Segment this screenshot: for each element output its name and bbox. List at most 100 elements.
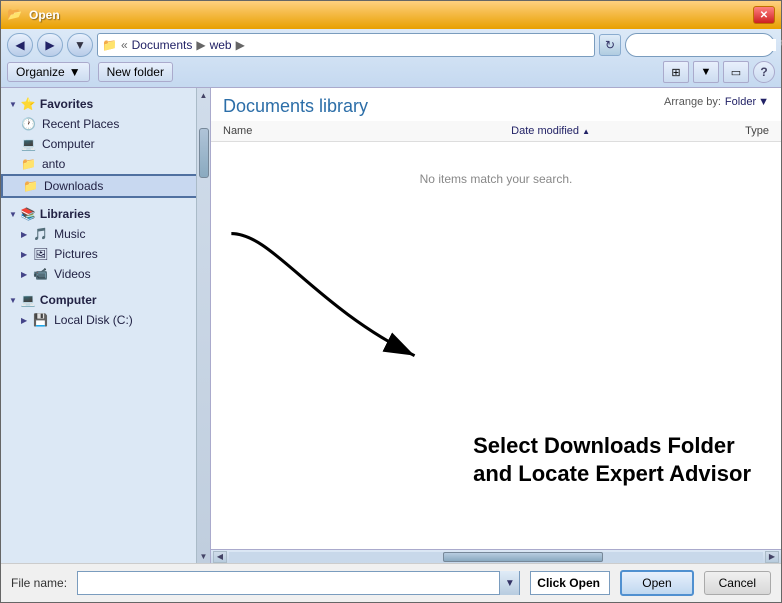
computer-section-triangle: ▼ [9,296,17,305]
music-triangle: ▶ [21,230,27,239]
computer-label: Computer [42,137,95,151]
search-input[interactable] [634,39,776,51]
dropdown-button[interactable]: ▼ [67,33,93,57]
sidebar-item-recent-places[interactable]: 🕐 Recent Places [1,114,210,134]
toolbar-top: ◀ ▶ ▼ 📁 « Documents ▶ web ▶ ↻ [7,33,775,57]
new-folder-label: New folder [107,65,164,79]
refresh-button[interactable]: ↻ [599,34,621,56]
downloads-folder-icon: 📁 [23,179,38,193]
col-name-header[interactable]: Name [223,125,441,137]
favorites-star-icon: ⭐ [21,97,36,111]
arrange-by: Arrange by: Folder ▼ [664,96,769,108]
annotation-block: Select Downloads Folder and Locate Exper… [473,432,751,489]
breadcrumb-separator: « [121,38,128,52]
scroll-track [198,118,210,533]
downloads-label: Downloads [44,179,103,193]
window-icon: 📂 [7,7,23,23]
horizontal-scrollbar[interactable]: ◀ ▶ [211,549,781,563]
back-button[interactable]: ◀ [7,33,33,57]
close-button[interactable]: ✕ [753,6,775,24]
sidebar-item-downloads[interactable]: 📁 Downloads [1,174,210,198]
computer-icon: 💻 [21,137,36,151]
file-name-input[interactable] [78,574,499,592]
open-dialog: 📂 Open ✕ ◀ ▶ ▼ 📁 « Documents ▶ [0,0,782,603]
annotation-line2: and Locate Expert Advisor [473,460,751,489]
title-bar-left: 📂 Open [7,7,60,23]
sidebar-item-pictures[interactable]: ▶ 🖼 Pictures [1,244,210,264]
sidebar: ▼ ⭐ Favorites 🕐 Recent Places 💻 Computer… [1,88,211,563]
chevron-down-icon: ▼ [74,38,86,52]
h-scroll-right-button[interactable]: ▶ [765,551,779,563]
view-grid-button[interactable]: ⊞ [663,61,689,83]
vertical-scrollbar[interactable]: ▲ ▼ [196,88,210,563]
breadcrumb-documents[interactable]: Documents [132,38,193,52]
search-box[interactable]: 🔍 [625,33,775,57]
computer-section-header[interactable]: ▼ 💻 Computer [1,290,210,310]
forward-icon: ▶ [45,38,54,52]
libraries-header[interactable]: ▼ 📚 Libraries [1,204,210,224]
recent-icon: 🕐 [21,117,36,131]
sidebar-item-music[interactable]: ▶ 🎵 Music [1,224,210,244]
scroll-down-button[interactable]: ▼ [197,549,211,563]
forward-button[interactable]: ▶ [37,33,63,57]
bottom-bar: File name: ▼ Click Open Open Cancel [1,563,781,602]
pictures-label: Pictures [54,247,97,261]
arrange-by-label: Arrange by: [664,96,721,108]
recent-places-label: Recent Places [42,117,119,131]
videos-icon: 📹 [33,267,48,281]
sidebar-item-videos[interactable]: ▶ 📹 Videos [1,264,210,284]
open-button[interactable]: Open [620,570,693,596]
col-type-header[interactable]: Type [660,125,769,137]
arrange-by-value[interactable]: Folder ▼ [725,96,769,108]
address-bar[interactable]: 📁 « Documents ▶ web ▶ [97,33,595,57]
libraries-icon: 📚 [21,207,36,221]
favorites-label: Favorites [40,97,93,111]
content-header: Documents library Arrange by: Folder ▼ [211,88,781,121]
new-folder-button[interactable]: New folder [98,62,173,82]
videos-triangle: ▶ [21,270,27,279]
music-icon: 🎵 [33,227,48,241]
title-bar: 📂 Open ✕ [1,1,781,29]
pictures-triangle: ▶ [21,250,27,259]
breadcrumb-arrow: ▶ [196,38,205,52]
libraries-label: Libraries [40,207,91,221]
scroll-up-button[interactable]: ▲ [197,88,211,102]
h-scroll-thumb[interactable] [443,552,603,562]
computer-section-label: Computer [40,293,97,307]
sort-arrow-icon: ▲ [582,127,590,136]
view-panel-button[interactable]: ▭ [723,61,749,83]
cancel-button[interactable]: Cancel [704,571,771,595]
window-title: Open [29,8,60,22]
sidebar-item-anto[interactable]: 📁 anto [1,154,210,174]
file-name-dropdown-button[interactable]: ▼ [499,571,519,595]
title-controls: ✕ [753,6,775,24]
file-name-input-wrap: ▼ [77,571,520,595]
scroll-thumb[interactable] [199,128,209,178]
sidebar-item-computer[interactable]: 💻 Computer [1,134,210,154]
no-items-message: No items match your search. [420,172,573,186]
videos-label: Videos [54,267,90,281]
content-body: No items match your search. Select Downl… [211,142,781,549]
favorites-section: ▼ ⭐ Favorites 🕐 Recent Places 💻 Computer… [1,94,210,198]
music-label: Music [54,227,85,241]
local-disk-triangle: ▶ [21,316,27,325]
local-disk-label: Local Disk (C:) [54,313,133,327]
pictures-icon: 🖼 [33,247,48,261]
help-button[interactable]: ? [753,61,775,83]
organize-dropdown-icon: ▼ [69,65,81,79]
anto-label: anto [42,157,65,171]
view-dropdown-button[interactable]: ▼ [693,61,719,83]
toolbar-right-buttons: ⊞ ▼ ▭ ? [663,61,775,83]
libraries-section: ▼ 📚 Libraries ▶ 🎵 Music ▶ 🖼 Pictures [1,204,210,284]
favorites-triangle: ▼ [9,100,17,109]
h-scroll-left-button[interactable]: ◀ [213,551,227,563]
breadcrumb: « Documents ▶ web ▶ [121,38,590,52]
sidebar-item-local-disk[interactable]: ▶ 💾 Local Disk (C:) [1,310,210,330]
local-disk-icon: 💾 [33,313,48,327]
favorites-header[interactable]: ▼ ⭐ Favorites [1,94,210,114]
breadcrumb-web[interactable]: web [210,38,232,52]
column-headers: Name Date modified ▲ Type [211,121,781,142]
organize-button[interactable]: Organize ▼ [7,62,90,82]
h-scroll-track [229,552,763,562]
col-date-header[interactable]: Date modified ▲ [441,125,659,137]
